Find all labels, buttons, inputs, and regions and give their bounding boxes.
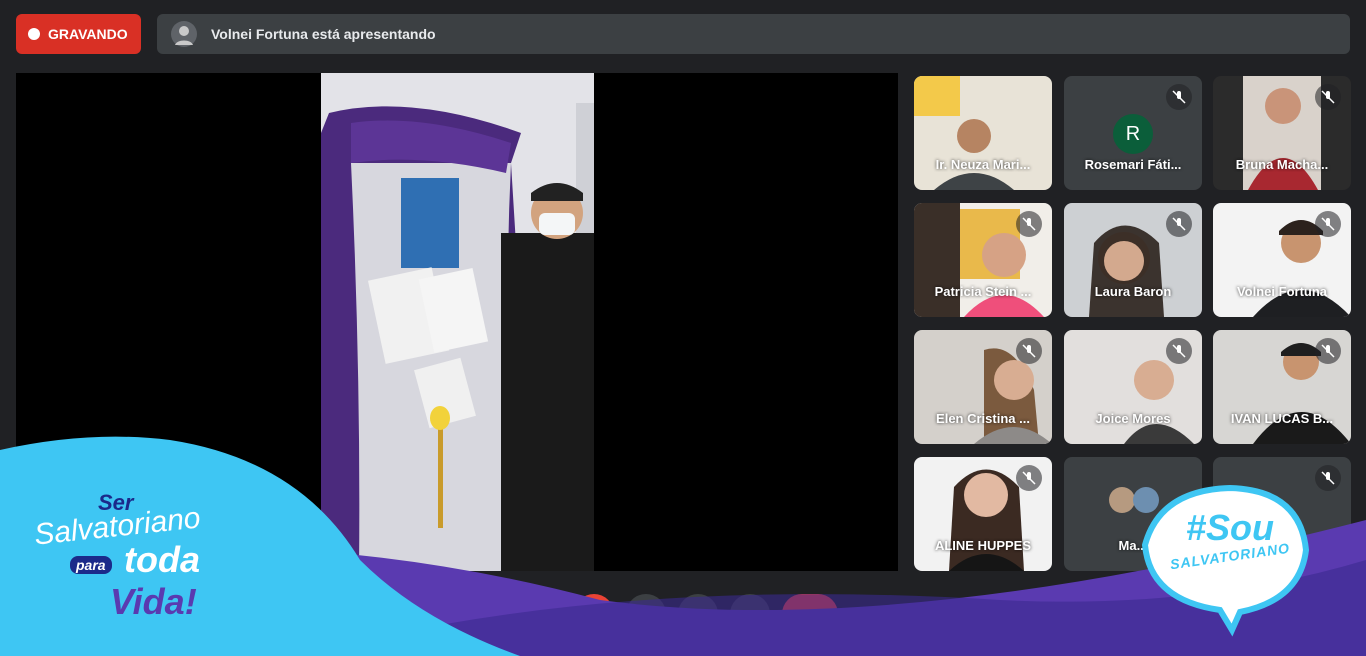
ser-salvatoriano-logo: Ser Salvatoriano para toda Vida! [30,488,300,638]
logo-line-para: para [70,556,112,574]
logo-line-vida: Vida! [110,581,197,622]
sou-salvatoriano-logo: #Sou SALVATORIANO [1160,508,1300,598]
logo-line-toda: toda [124,539,200,580]
